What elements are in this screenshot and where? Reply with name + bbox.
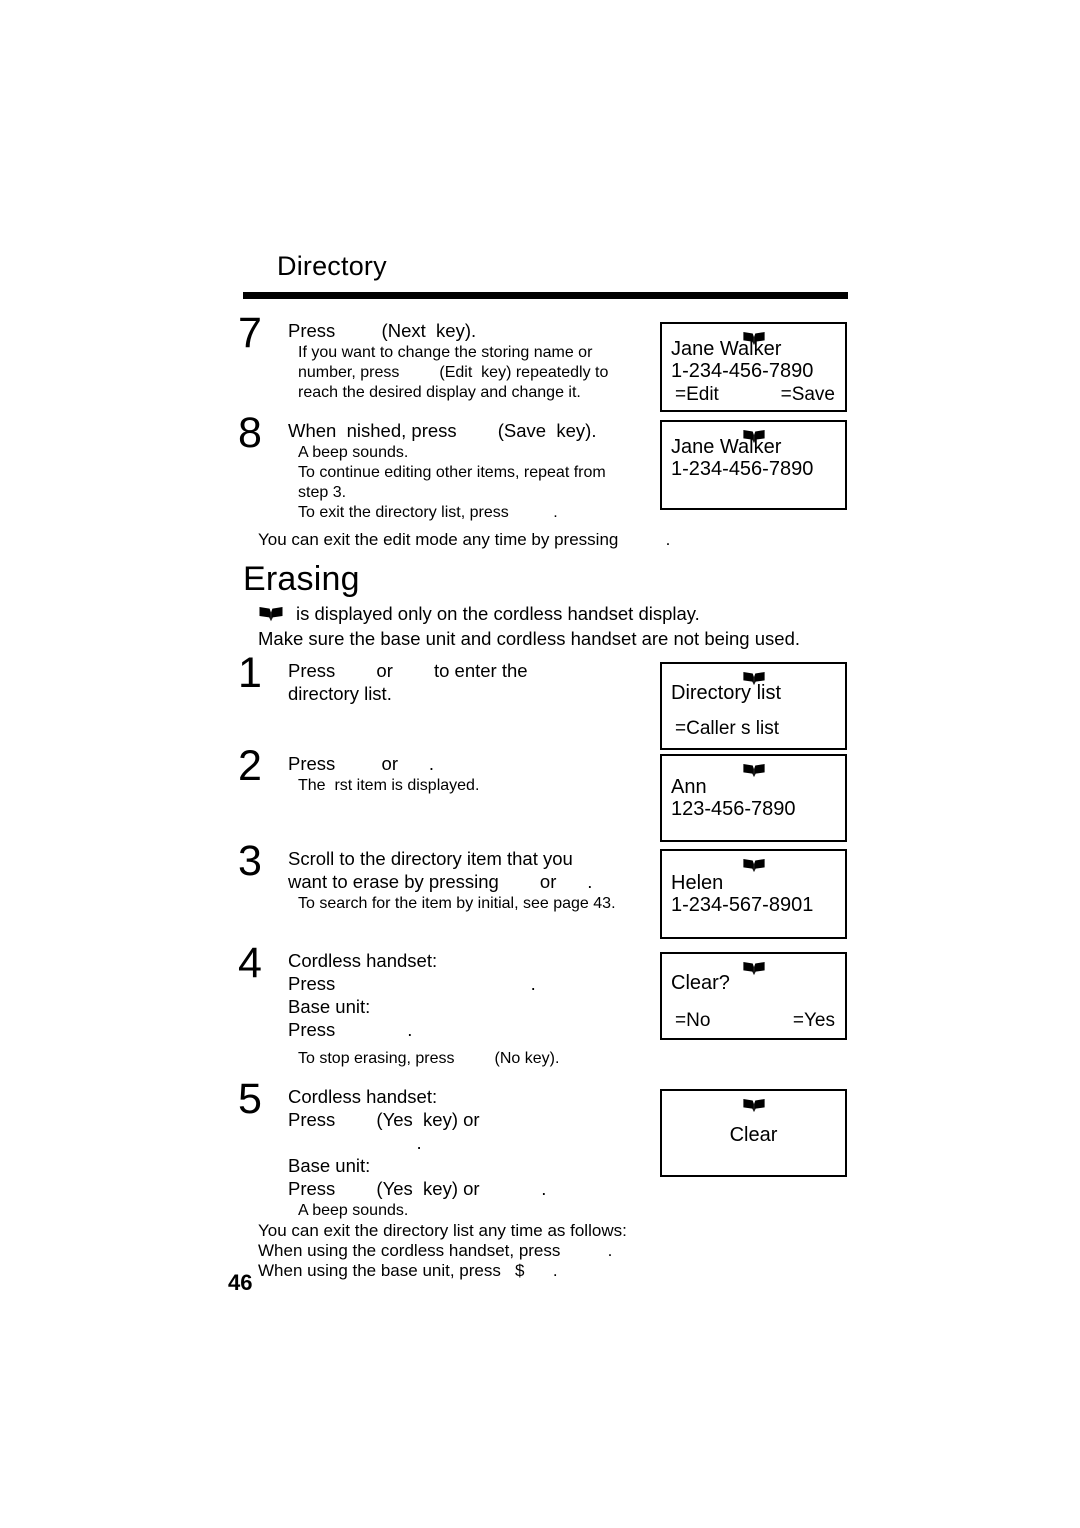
lcd-line-number: 1-234-567-8901 xyxy=(671,894,814,916)
lcd-softkey-left: =No xyxy=(675,1010,711,1031)
erasing-heading: Erasing xyxy=(243,560,360,598)
step-detail: A beep sounds. xyxy=(298,1202,409,1219)
step-number: 1 xyxy=(238,649,262,697)
header-rule xyxy=(243,292,848,299)
step-body: Press or to enter the directory list. xyxy=(288,659,668,706)
lcd-display-jane-walker-saved: Jane Walker 1-234-456-7890 xyxy=(660,420,847,510)
open-book-icon xyxy=(662,1097,845,1117)
step-instruction: When nished, press (Save key). xyxy=(288,420,597,441)
step-body: Scroll to the directory item that you wa… xyxy=(288,847,668,914)
lcd-line-name: Jane Walker xyxy=(671,338,782,360)
step-detail: The rst item is displayed. xyxy=(298,777,480,794)
erasing-intro-icon-line: is displayed only on the cordless handse… xyxy=(296,603,700,624)
lcd-line-name: Ann xyxy=(671,776,707,798)
lcd-line-name: Helen xyxy=(671,872,724,894)
step-number: 3 xyxy=(238,837,262,885)
page-running-head: Directory xyxy=(277,251,387,281)
step-detail: To stop erasing, press (No key). xyxy=(298,1050,560,1067)
step-detail: To search for the item by initial, see p… xyxy=(298,895,616,912)
directory-list-exit-note: You can exit the directory list any time… xyxy=(258,1221,627,1280)
step-instruction: Cordless handset: Press . Base unit: Pre… xyxy=(288,950,536,1040)
edit-mode-exit-note: You can exit the edit mode any time by p… xyxy=(258,530,671,549)
step-body: Cordless handset: Press . Base unit: Pre… xyxy=(288,949,668,1069)
lcd-line-prompt: Clear? xyxy=(671,972,730,994)
erasing-intro: is displayed only on the cordless handse… xyxy=(258,602,818,651)
lcd-display-clear-confirm: Clear? =No =Yes xyxy=(660,952,847,1040)
step-instruction: Scroll to the directory item that you wa… xyxy=(288,848,593,892)
erasing-intro-line-2: Make sure the base unit and cordless han… xyxy=(258,628,800,649)
lcd-line-number: 1-234-456-7890 xyxy=(671,458,814,480)
lcd-softkey-right: =Save xyxy=(780,384,835,405)
lcd-softkey-right: =Yes xyxy=(792,1010,835,1031)
step-number: 4 xyxy=(238,939,262,987)
step-instruction: Cordless handset: Press (Yes key) or . B… xyxy=(288,1086,547,1199)
lcd-display-jane-walker-edit: Jane Walker 1-234-456-7890 =Edit =Save xyxy=(660,322,847,412)
step-instruction: Press (Next key). xyxy=(288,320,477,341)
step-body: Press or . The rst item is displayed. xyxy=(288,752,668,796)
step-body: Cordless handset: Press (Yes key) or . B… xyxy=(288,1085,668,1221)
lcd-display-clear-done: Clear xyxy=(660,1089,847,1177)
lcd-display-ann: Ann 123-456-7890 xyxy=(660,754,847,842)
step-number: 5 xyxy=(238,1075,262,1123)
step-number: 8 xyxy=(238,409,262,457)
lcd-line-title: Directory list xyxy=(671,682,782,704)
lcd-softkey-left: =Caller s list xyxy=(675,718,779,739)
step-number: 2 xyxy=(238,742,262,790)
lcd-line-name: Jane Walker xyxy=(671,436,782,458)
lcd-line-status: Clear xyxy=(729,1124,778,1146)
lcd-display-helen: Helen 1-234-567-8901 xyxy=(660,849,847,939)
lcd-softkey-left: =Edit xyxy=(675,384,719,405)
page-number: 46 xyxy=(228,1270,253,1295)
step-number: 7 xyxy=(238,309,262,357)
lcd-line-number: 1-234-456-7890 xyxy=(671,360,814,382)
step-body: When nished, press (Save key). A beep so… xyxy=(288,419,668,523)
manual-page: Directory 7 Press (Next key). If you wan… xyxy=(0,0,1080,1528)
step-body: Press (Next key). If you want to change … xyxy=(288,319,668,403)
open-book-icon xyxy=(258,605,284,623)
lcd-display-directory-list: Directory list =Caller s list xyxy=(660,662,847,750)
step-detail: A beep sounds. To continue editing other… xyxy=(298,444,606,521)
lcd-line-number: 123-456-7890 xyxy=(671,798,796,820)
step-instruction: Press or to enter the directory list. xyxy=(288,660,528,704)
step-instruction: Press or . xyxy=(288,753,434,774)
step-detail: If you want to change the storing name o… xyxy=(298,344,609,401)
